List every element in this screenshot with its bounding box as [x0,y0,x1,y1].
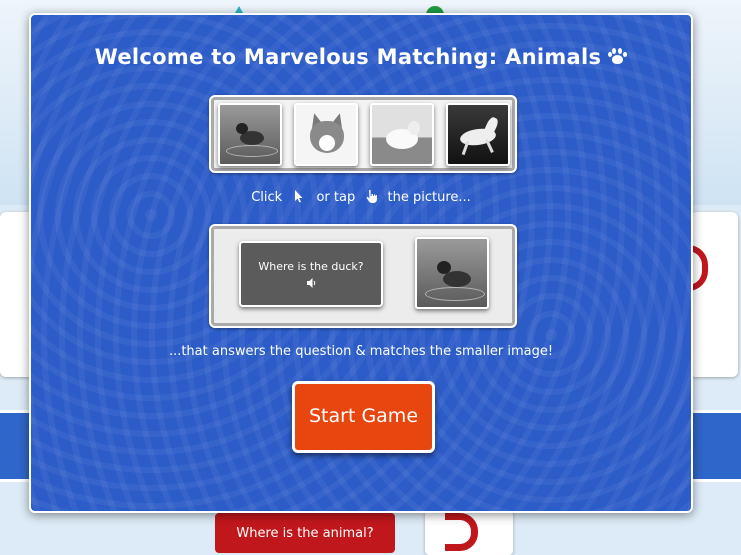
example-question-text: Where is the duck? [258,260,364,273]
instruction-or-tap-text: or tap [316,190,356,205]
answer-instruction: ...that answers the question & matches t… [168,344,554,359]
background-card-right [690,212,738,377]
animal-thumbnail-strip [209,95,517,173]
cursor-icon [295,190,303,203]
example-question-card: Where is the duck? [239,241,383,307]
background-question-button: Where is the animal? [215,513,395,553]
example-panel: Where is the duck? [209,224,517,328]
instruction-picture-text: the picture... [387,190,471,205]
speaker-icon [307,278,316,288]
start-game-button[interactable]: Start Game [292,381,435,453]
paw-icon [607,47,628,65]
click-instruction: Click or tap the picture... [31,190,691,205]
instruction-click-text: Click [251,190,283,205]
welcome-modal: Welcome to Marvelous Matching: Animals C… [29,13,693,513]
modal-title-text: Welcome to Marvelous Matching: Animals [94,45,602,69]
example-duck-image [415,237,489,309]
cat-thumbnail [294,103,358,166]
horse-thumbnail [446,103,510,166]
lamb-thumbnail [370,103,434,166]
modal-title: Welcome to Marvelous Matching: Animals [31,45,691,69]
duck-thumbnail [218,103,282,166]
hand-icon [366,190,378,203]
